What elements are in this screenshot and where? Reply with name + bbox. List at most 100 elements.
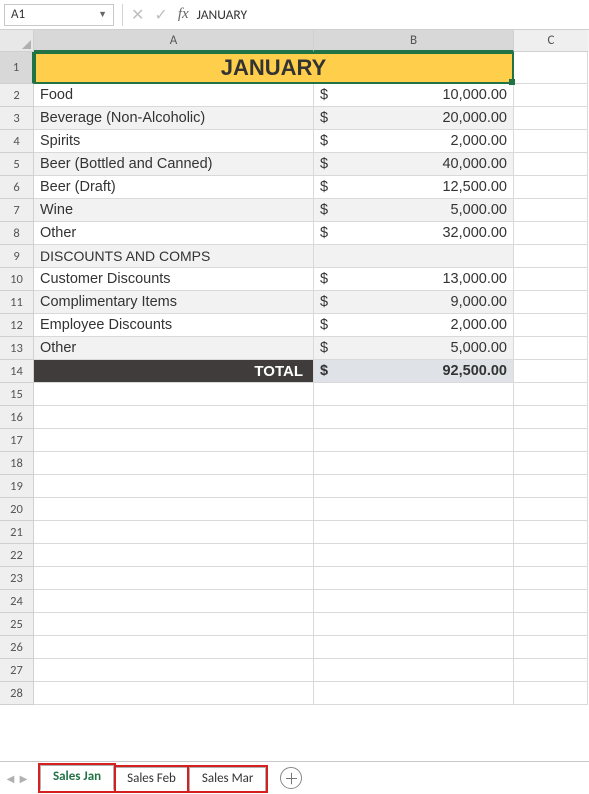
- cell[interactable]: $5,000.00: [314, 337, 514, 360]
- cell[interactable]: Beer (Bottled and Canned): [34, 153, 314, 176]
- row-header[interactable]: 25: [0, 613, 34, 636]
- cell[interactable]: [514, 682, 588, 705]
- cell[interactable]: [514, 52, 588, 84]
- cell[interactable]: $2,000.00: [314, 314, 514, 337]
- name-box[interactable]: A1 ▼: [4, 4, 114, 26]
- cell[interactable]: [514, 199, 588, 222]
- cell[interactable]: [314, 590, 514, 613]
- title-cell[interactable]: JANUARY: [34, 52, 514, 84]
- cell[interactable]: [514, 567, 588, 590]
- cell[interactable]: Other: [34, 222, 314, 245]
- row-header[interactable]: 3: [0, 107, 34, 130]
- cell[interactable]: [514, 268, 588, 291]
- row-header[interactable]: 26: [0, 636, 34, 659]
- row-header[interactable]: 16: [0, 406, 34, 429]
- cell[interactable]: [34, 682, 314, 705]
- formula-input[interactable]: JANUARY: [189, 4, 586, 26]
- cell[interactable]: $32,000.00: [314, 222, 514, 245]
- cell[interactable]: [34, 636, 314, 659]
- row-header[interactable]: 2: [0, 84, 34, 107]
- cell[interactable]: $10,000.00: [314, 84, 514, 107]
- row-header[interactable]: 12: [0, 314, 34, 337]
- cell[interactable]: $13,000.00: [314, 268, 514, 291]
- cell[interactable]: [34, 383, 314, 406]
- cell[interactable]: [514, 383, 588, 406]
- cell[interactable]: [514, 84, 588, 107]
- tab-scroll-right-icon[interactable]: ▶: [17, 768, 30, 788]
- row-header[interactable]: 24: [0, 590, 34, 613]
- cell[interactable]: $40,000.00: [314, 153, 514, 176]
- row-header[interactable]: 17: [0, 429, 34, 452]
- confirm-icon[interactable]: ✓: [154, 5, 167, 25]
- row-header[interactable]: 1: [0, 52, 34, 84]
- row-header[interactable]: 28: [0, 682, 34, 705]
- cell[interactable]: [514, 337, 588, 360]
- cell[interactable]: [514, 245, 588, 268]
- cell[interactable]: [314, 613, 514, 636]
- cell[interactable]: [314, 406, 514, 429]
- col-header-c[interactable]: C: [514, 30, 588, 52]
- select-all-corner[interactable]: [0, 30, 34, 52]
- cell[interactable]: [514, 130, 588, 153]
- cell[interactable]: Customer Discounts: [34, 268, 314, 291]
- row-header[interactable]: 4: [0, 130, 34, 153]
- col-header-b[interactable]: B: [314, 30, 514, 52]
- cell[interactable]: [514, 498, 588, 521]
- chevron-down-icon[interactable]: ▼: [98, 9, 107, 20]
- total-amount-cell[interactable]: $92,500.00: [314, 360, 514, 383]
- row-header[interactable]: 9: [0, 245, 34, 268]
- row-header[interactable]: 22: [0, 544, 34, 567]
- row-header[interactable]: 10: [0, 268, 34, 291]
- cell[interactable]: [514, 452, 588, 475]
- cell[interactable]: Spirits: [34, 130, 314, 153]
- cell[interactable]: [514, 544, 588, 567]
- row-header[interactable]: 6: [0, 176, 34, 199]
- row-header[interactable]: 20: [0, 498, 34, 521]
- cell[interactable]: [314, 521, 514, 544]
- cell[interactable]: [314, 245, 514, 268]
- cell[interactable]: [314, 567, 514, 590]
- row-header[interactable]: 8: [0, 222, 34, 245]
- cell[interactable]: [514, 406, 588, 429]
- cell[interactable]: $12,500.00: [314, 176, 514, 199]
- row-header[interactable]: 5: [0, 153, 34, 176]
- col-header-a[interactable]: A: [34, 30, 314, 52]
- cell[interactable]: [34, 521, 314, 544]
- tab-scroll-left-icon[interactable]: ◀: [4, 768, 17, 788]
- cell[interactable]: [514, 636, 588, 659]
- cell[interactable]: [34, 498, 314, 521]
- cell[interactable]: [34, 613, 314, 636]
- cell[interactable]: [314, 383, 514, 406]
- cell[interactable]: [514, 360, 588, 383]
- section-header-cell[interactable]: DISCOUNTS AND COMPS: [34, 245, 314, 268]
- cell[interactable]: [314, 636, 514, 659]
- cell[interactable]: [314, 452, 514, 475]
- row-header[interactable]: 14: [0, 360, 34, 383]
- cell[interactable]: $2,000.00: [314, 130, 514, 153]
- cell[interactable]: [514, 107, 588, 130]
- cancel-icon[interactable]: ✕: [131, 5, 144, 25]
- cell[interactable]: [34, 567, 314, 590]
- cell[interactable]: $20,000.00: [314, 107, 514, 130]
- cell[interactable]: Beer (Draft): [34, 176, 314, 199]
- sheet-tab-feb[interactable]: Sales Feb: [114, 767, 189, 791]
- cell[interactable]: [34, 590, 314, 613]
- cell[interactable]: [314, 498, 514, 521]
- fx-icon[interactable]: fx: [178, 6, 189, 23]
- cell[interactable]: Beverage (Non-Alcoholic): [34, 107, 314, 130]
- row-header[interactable]: 13: [0, 337, 34, 360]
- cell[interactable]: [314, 475, 514, 498]
- total-label-cell[interactable]: TOTAL: [34, 360, 314, 383]
- row-header[interactable]: 19: [0, 475, 34, 498]
- cell[interactable]: [514, 153, 588, 176]
- row-header[interactable]: 27: [0, 659, 34, 682]
- cell[interactable]: [314, 544, 514, 567]
- cell[interactable]: [514, 176, 588, 199]
- cell[interactable]: [34, 659, 314, 682]
- sheet-tab-mar[interactable]: Sales Mar: [189, 767, 267, 791]
- cell[interactable]: [514, 590, 588, 613]
- cell[interactable]: Wine: [34, 199, 314, 222]
- row-header[interactable]: 18: [0, 452, 34, 475]
- cell[interactable]: $5,000.00: [314, 199, 514, 222]
- row-header[interactable]: 23: [0, 567, 34, 590]
